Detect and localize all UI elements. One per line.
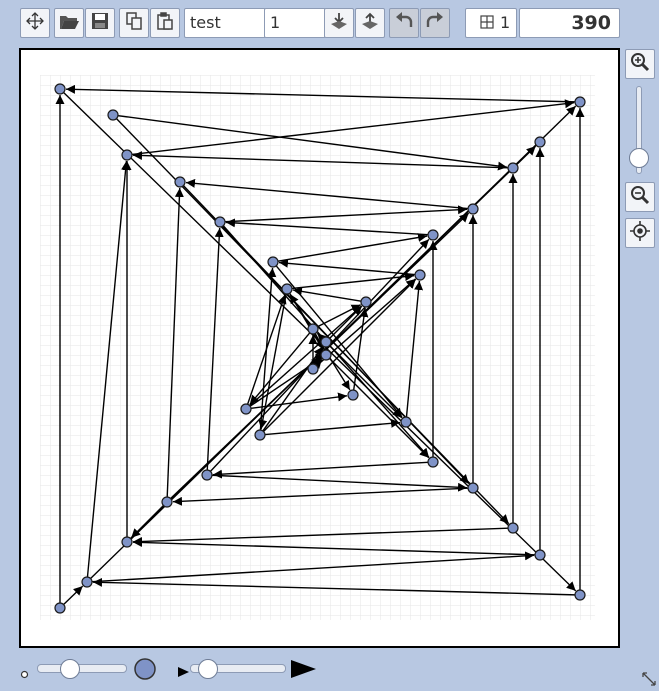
open-folder-icon (58, 11, 80, 35)
graph-node[interactable] (54, 83, 66, 95)
node-size-slider-track[interactable] (37, 664, 127, 673)
move-icon (25, 11, 45, 35)
graph-node[interactable] (121, 536, 133, 548)
graph-node[interactable] (347, 389, 359, 401)
zoom-slider-thumb[interactable] (629, 147, 649, 168)
graph-node[interactable] (214, 216, 226, 228)
graph-node[interactable] (254, 429, 266, 441)
graph-node[interactable] (267, 256, 279, 268)
graph-node[interactable] (507, 522, 519, 534)
graph-node[interactable] (161, 496, 173, 508)
copy-button[interactable] (119, 8, 149, 38)
graph-node[interactable] (467, 203, 479, 215)
speed-slider-thumb[interactable] (198, 659, 219, 679)
graph-node[interactable] (201, 469, 213, 481)
export-button[interactable] (355, 8, 385, 38)
zoom-in-button[interactable] (625, 49, 655, 79)
graph-node[interactable] (534, 136, 546, 148)
large-node-icon (133, 657, 157, 685)
paste-button[interactable] (150, 8, 180, 38)
count-display: 390 (519, 8, 620, 38)
graph-node[interactable] (307, 363, 319, 375)
graph-node[interactable] (574, 589, 586, 601)
paste-icon (155, 11, 175, 35)
target-icon (629, 220, 651, 246)
redo-button[interactable] (420, 8, 450, 38)
graph-node[interactable] (360, 296, 372, 308)
undo-icon (394, 11, 414, 35)
import-icon (329, 11, 349, 35)
play-small-icon (178, 663, 190, 682)
graph-node[interactable] (574, 96, 586, 108)
graph-node[interactable] (307, 323, 319, 335)
graph-node[interactable] (54, 602, 66, 614)
graph-node[interactable] (507, 162, 519, 174)
graph-drawing[interactable] (21, 50, 618, 646)
zoom-out-button[interactable] (625, 182, 655, 212)
zoom-out-icon (629, 184, 651, 210)
resize-grip-icon[interactable] (641, 671, 657, 691)
save-icon (90, 11, 110, 35)
graph-node[interactable] (81, 576, 93, 588)
graph-node[interactable] (320, 349, 332, 361)
grid-icon (480, 10, 494, 38)
graph-index-input[interactable]: 1 (264, 8, 326, 38)
graph-name-input[interactable]: test (184, 8, 266, 38)
layer-selector[interactable]: 1 (465, 8, 517, 38)
graph-node[interactable] (467, 482, 479, 494)
undo-button[interactable] (389, 8, 419, 38)
graph-node[interactable] (534, 549, 546, 561)
redo-icon (425, 11, 445, 35)
graph-node[interactable] (174, 176, 186, 188)
graph-node[interactable] (107, 109, 119, 121)
import-button[interactable] (324, 8, 354, 38)
move-button[interactable] (20, 8, 50, 38)
graph-node[interactable] (121, 149, 133, 161)
open-button[interactable] (54, 8, 84, 38)
small-node-icon (20, 664, 29, 683)
graph-node[interactable] (427, 456, 439, 468)
graph-node[interactable] (400, 416, 412, 428)
save-button[interactable] (85, 8, 115, 38)
play-large-icon (291, 659, 317, 683)
graph-node[interactable] (427, 229, 439, 241)
node-size-slider-thumb[interactable] (60, 659, 80, 679)
graph-node[interactable] (320, 336, 332, 348)
center-view-button[interactable] (625, 218, 655, 248)
graph-node[interactable] (414, 269, 426, 281)
graph-node[interactable] (240, 403, 252, 415)
zoom-in-icon (629, 51, 651, 77)
export-icon (360, 11, 380, 35)
copy-icon (124, 11, 144, 35)
graph-node[interactable] (281, 283, 293, 295)
graph-canvas[interactable] (19, 48, 620, 648)
layer-label: 1 (500, 13, 511, 32)
